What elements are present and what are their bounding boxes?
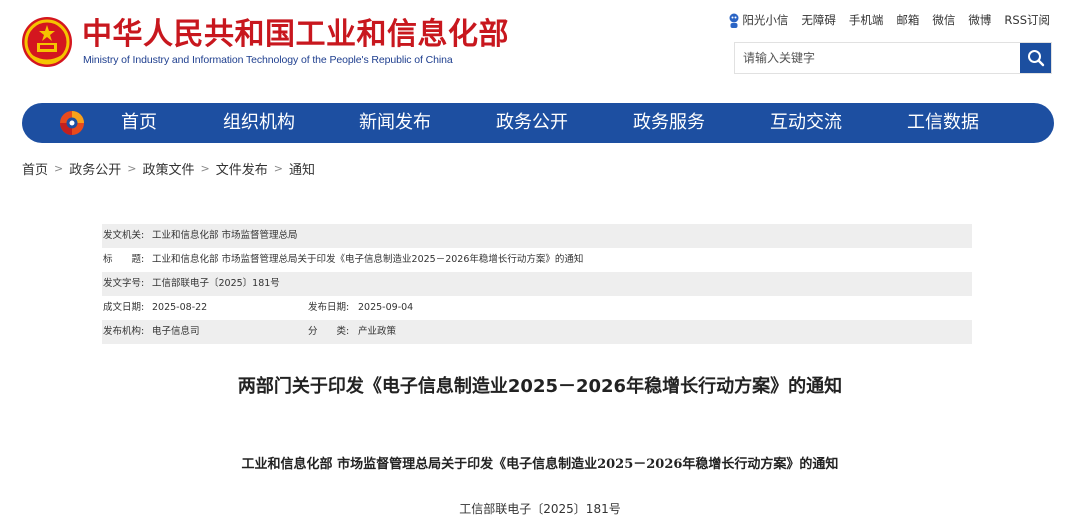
ministry-logo-icon bbox=[60, 111, 84, 135]
top-links: 阳光小信 无障碍 手机端 邮箱 微信 微博 RSS订阅 bbox=[728, 12, 1050, 29]
search-box bbox=[734, 42, 1052, 74]
meta-label: 发布机构: bbox=[103, 326, 145, 337]
meta-row-title: 标 题: 工业和信息化部 市场监督管理总局关于印发《电子信息制造业2025－20… bbox=[102, 248, 972, 272]
nav-home[interactable]: 首页 bbox=[121, 103, 157, 143]
nav-news[interactable]: 新闻发布 bbox=[359, 103, 431, 143]
breadcrumb-separator: > bbox=[127, 162, 137, 175]
meta-row-agency: 发布机构: 电子信息司 分 类: 产业政策 bbox=[102, 320, 972, 344]
toplink-label: 阳光小信 bbox=[742, 13, 789, 27]
meta-label: 发布日期: bbox=[308, 302, 350, 313]
breadcrumb-item-gov-affairs[interactable]: 政务公开 bbox=[69, 159, 121, 178]
meta-row-issuer: 发文机关: 工业和信息化部 市场监督管理总局 bbox=[102, 224, 972, 248]
meta-label: 发文机关: bbox=[103, 230, 145, 241]
meta-value: 2025-09-04 bbox=[358, 302, 414, 313]
breadcrumb-separator: > bbox=[54, 162, 64, 175]
meta-value: 工业和信息化部 市场监督管理总局 bbox=[152, 230, 298, 241]
meta-value: 工信部联电子〔2025〕181号 bbox=[152, 278, 280, 289]
toplink-wechat[interactable]: 微信 bbox=[932, 12, 955, 28]
breadcrumb-item-documents[interactable]: 文件发布 bbox=[216, 159, 268, 178]
nav-organization[interactable]: 组织机构 bbox=[223, 103, 295, 143]
breadcrumb-item-policy[interactable]: 政策文件 bbox=[142, 159, 194, 178]
site-title: 中华人民共和国工业和信息化部 bbox=[82, 17, 509, 52]
breadcrumb-separator: > bbox=[200, 162, 210, 175]
meta-label: 成文日期: bbox=[103, 302, 145, 313]
nav-gov-affairs[interactable]: 政务公开 bbox=[496, 103, 568, 143]
meta-row-doc-number: 发文字号: 工信部联电子〔2025〕181号 bbox=[102, 272, 972, 296]
nav-gov-services[interactable]: 政务服务 bbox=[633, 103, 705, 143]
toplink-sunshine[interactable]: 阳光小信 bbox=[728, 12, 788, 29]
main-nav: 首页 组织机构 新闻发布 政务公开 政务服务 互动交流 工信数据 bbox=[22, 103, 1054, 143]
article-title: 两部门关于印发《电子信息制造业2025－2026年稳增长行动方案》的通知 bbox=[237, 376, 843, 397]
toplink-accessibility[interactable]: 无障碍 bbox=[801, 12, 836, 28]
breadcrumb-item-notice[interactable]: 通知 bbox=[289, 159, 315, 178]
article-subtitle: 工业和信息化部 市场监督管理总局关于印发《电子信息制造业2025－2026年稳增… bbox=[241, 457, 839, 472]
breadcrumb-item-home[interactable]: 首页 bbox=[22, 159, 48, 178]
toplink-email[interactable]: 邮箱 bbox=[896, 12, 919, 28]
meta-value: 产业政策 bbox=[358, 326, 397, 337]
national-emblem-icon bbox=[22, 17, 72, 67]
meta-label: 分 类: bbox=[308, 326, 350, 337]
search-button[interactable] bbox=[1020, 43, 1051, 73]
meta-label: 标 题: bbox=[103, 254, 145, 265]
nav-data[interactable]: 工信数据 bbox=[907, 103, 979, 143]
robot-icon bbox=[729, 13, 739, 28]
toplink-mobile[interactable]: 手机端 bbox=[849, 12, 884, 28]
nav-interaction[interactable]: 互动交流 bbox=[770, 103, 842, 143]
article-doc-number: 工信部联电子〔2025〕181号 bbox=[459, 502, 621, 516]
toplink-rss[interactable]: RSS订阅 bbox=[1004, 12, 1050, 28]
breadcrumb-separator: > bbox=[273, 162, 283, 175]
document-meta-table: 发文机关: 工业和信息化部 市场监督管理总局 标 题: 工业和信息化部 市场监督… bbox=[102, 224, 972, 344]
search-input[interactable] bbox=[735, 43, 1034, 73]
toplink-weibo[interactable]: 微博 bbox=[968, 12, 991, 28]
meta-value: 工业和信息化部 市场监督管理总局关于印发《电子信息制造业2025－2026年稳增… bbox=[152, 254, 584, 265]
meta-value: 电子信息司 bbox=[152, 326, 200, 337]
meta-value: 2025-08-22 bbox=[152, 302, 208, 313]
search-icon bbox=[1027, 50, 1044, 67]
meta-label: 发文字号: bbox=[103, 278, 145, 289]
site-subtitle: Ministry of Industry and Information Tec… bbox=[83, 54, 453, 66]
meta-row-dates: 成文日期: 2025-08-22 发布日期: 2025-09-04 bbox=[102, 296, 972, 320]
breadcrumb: 首页 > 政务公开 > 政策文件 > 文件发布 > 通知 bbox=[22, 159, 315, 178]
